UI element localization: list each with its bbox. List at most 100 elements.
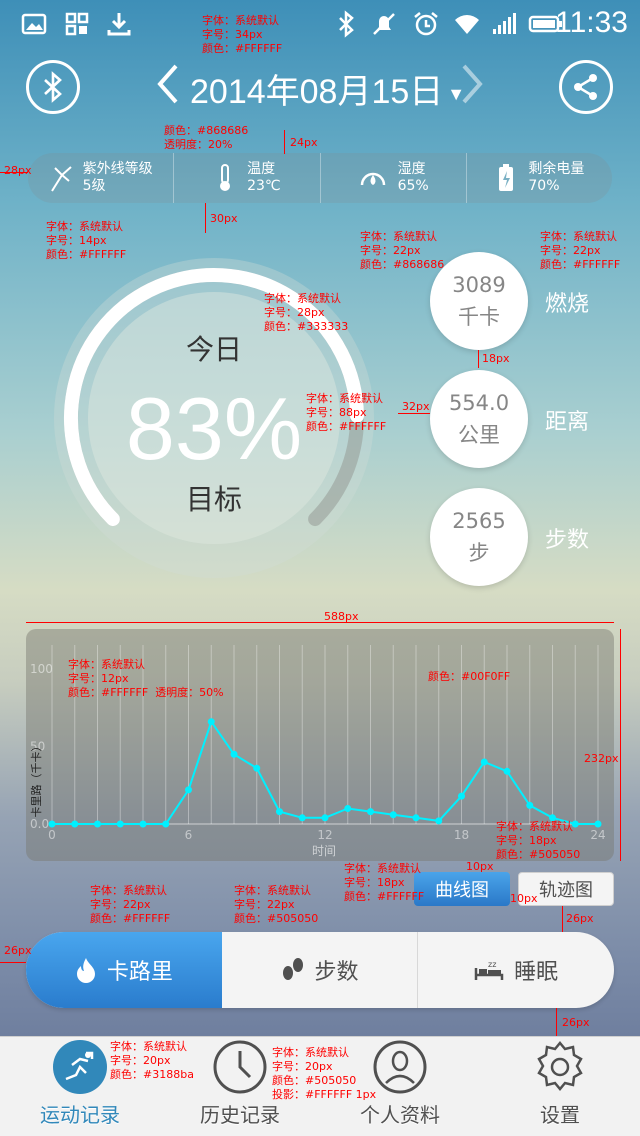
mute-icon	[373, 13, 395, 35]
dimension-28: 28px	[4, 164, 32, 177]
environment-info-bar: 紫外线等级 5级 温度 23℃ 湿度 65% 剩余电量 70%	[28, 153, 612, 203]
ring-percent-value: 83	[125, 379, 224, 478]
x-tick-label: 24	[590, 828, 605, 842]
bluetooth-icon	[44, 71, 62, 103]
annotation-stat-name: 字体：系统默认 字号：22px 颜色：#FFFFFF	[540, 230, 621, 271]
download-icon	[107, 13, 131, 36]
steps-label: 步数	[545, 528, 590, 553]
dimension-line	[205, 203, 206, 233]
ring-today-label: 今日	[185, 333, 242, 366]
dimension-line	[562, 906, 563, 932]
annotation-chart-text: 字体：系统默认 字号：12px 颜色：#FFFFFF 透明度：50%	[68, 658, 224, 699]
distance-unit: 公里	[458, 423, 500, 447]
dimension-26-above-tabs: 26px	[566, 912, 594, 925]
annotation-infobar-text: 字体：系统默认 字号：14px 颜色：#FFFFFF	[46, 220, 127, 261]
person-icon	[373, 1040, 427, 1094]
humidity-value: 65%	[397, 178, 429, 194]
dimension-line	[478, 350, 479, 368]
nav-settings[interactable]: 设置	[480, 1037, 640, 1136]
data-point	[412, 814, 420, 822]
data-point	[185, 786, 192, 794]
annotation-curve-button: 字体：系统默认 字号：18px 颜色：#FFFFFF	[344, 862, 425, 903]
x-axis-label: 时间	[312, 844, 336, 858]
temperature-value: 23℃	[247, 178, 281, 194]
data-point	[298, 814, 306, 822]
nav-profile-label: 个人资料	[360, 1103, 440, 1127]
date-selector[interactable]: 2014年08月15日 ▼	[190, 64, 465, 113]
next-date-button[interactable]	[458, 60, 488, 120]
curve-view-button[interactable]: 曲线图	[414, 872, 510, 906]
annotation-infobar-bg: 颜色：#868686 透明度：20%	[164, 124, 249, 151]
tab-sleep-label: 睡眠	[514, 960, 559, 985]
dimension-line	[0, 172, 28, 173]
y-tick-label: 0.0	[30, 817, 49, 831]
uv-level: 紫外线等级 5级	[28, 153, 175, 203]
ring-percent-sign: %	[223, 379, 303, 478]
data-point	[230, 750, 238, 758]
data-point	[367, 808, 374, 816]
data-point	[139, 820, 147, 828]
burn-stat: 3089 千卡	[430, 252, 528, 350]
data-point	[162, 820, 170, 828]
data-point	[458, 792, 465, 800]
battery-level: 剩余电量 70%	[467, 153, 612, 203]
dimension-10-vertical: 10px	[466, 860, 494, 873]
tab-calories[interactable]: 卡路里	[26, 932, 222, 1008]
dimension-line	[0, 962, 26, 963]
annotation-nav-active: 字体：系统默认 字号：20px 颜色：#3188ba	[110, 1040, 194, 1081]
nav-settings-label: 设置	[540, 1103, 580, 1127]
nav-history-label: 历史记录	[200, 1103, 280, 1127]
x-tick-label: 0	[48, 828, 56, 842]
data-point	[321, 814, 329, 822]
steps-value: 2565	[452, 509, 506, 533]
gear-icon	[537, 1041, 583, 1091]
share-button[interactable]	[559, 60, 613, 114]
tab-steps-label: 步数	[314, 960, 359, 985]
gallery-icon	[21, 13, 47, 35]
bed-icon: zz	[474, 960, 504, 980]
data-point	[389, 811, 397, 819]
humidity-icon	[360, 172, 385, 186]
share-icon	[574, 74, 597, 100]
steps-stat: 2565 步	[430, 488, 528, 586]
data-point	[480, 758, 488, 766]
chevron-right-icon	[462, 64, 483, 104]
data-point	[253, 764, 261, 772]
dimension-26-left: 26px	[4, 944, 32, 957]
temperature-title: 温度	[247, 161, 276, 177]
annotation-tab-active: 字体：系统默认 字号：22px 颜色：#FFFFFF	[90, 884, 171, 925]
thermometer-icon	[220, 164, 231, 191]
nav-activity-label: 运动记录	[40, 1103, 120, 1127]
y-tick-label: 100	[30, 662, 53, 676]
bluetooth-button[interactable]	[26, 60, 80, 114]
y-axis-label: 卡里路（千卡）	[30, 741, 43, 818]
dimension-32: 32px	[402, 400, 430, 413]
dimension-26-below-tabs: 26px	[562, 1016, 590, 1029]
annotation-nav-inactive: 字体：系统默认 字号：20px 颜色：#505050 投影：#FFFFFF 1px	[272, 1046, 377, 1101]
status-bar: 11:33	[0, 0, 640, 48]
data-point	[594, 820, 602, 828]
dimension-18: 18px	[482, 352, 510, 365]
tab-sleep[interactable]: zz 睡眠	[418, 932, 614, 1008]
data-point	[526, 801, 534, 809]
chevron-left-icon	[157, 64, 178, 104]
tab-steps[interactable]: 步数	[222, 932, 419, 1008]
data-point	[48, 820, 56, 828]
metric-tabs: 卡路里 步数 zz 睡眠	[26, 932, 614, 1008]
data-point	[276, 808, 283, 816]
data-point	[435, 817, 443, 825]
burn-value: 3089	[452, 273, 506, 297]
humidity: 湿度 65%	[321, 153, 467, 203]
ring-goal-label: 目标	[185, 483, 242, 516]
data-point	[503, 767, 511, 775]
steps-unit: 步	[468, 541, 490, 565]
footprint-icon	[282, 958, 303, 980]
apps-icon	[65, 12, 89, 36]
x-tick-label: 18	[454, 828, 469, 842]
prev-date-button[interactable]	[152, 60, 182, 120]
x-tick-label: 6	[185, 828, 193, 842]
tab-calories-label: 卡路里	[106, 960, 173, 985]
uv-value: 5级	[82, 178, 106, 194]
flame-icon	[76, 958, 95, 983]
dimension-line	[284, 130, 285, 154]
